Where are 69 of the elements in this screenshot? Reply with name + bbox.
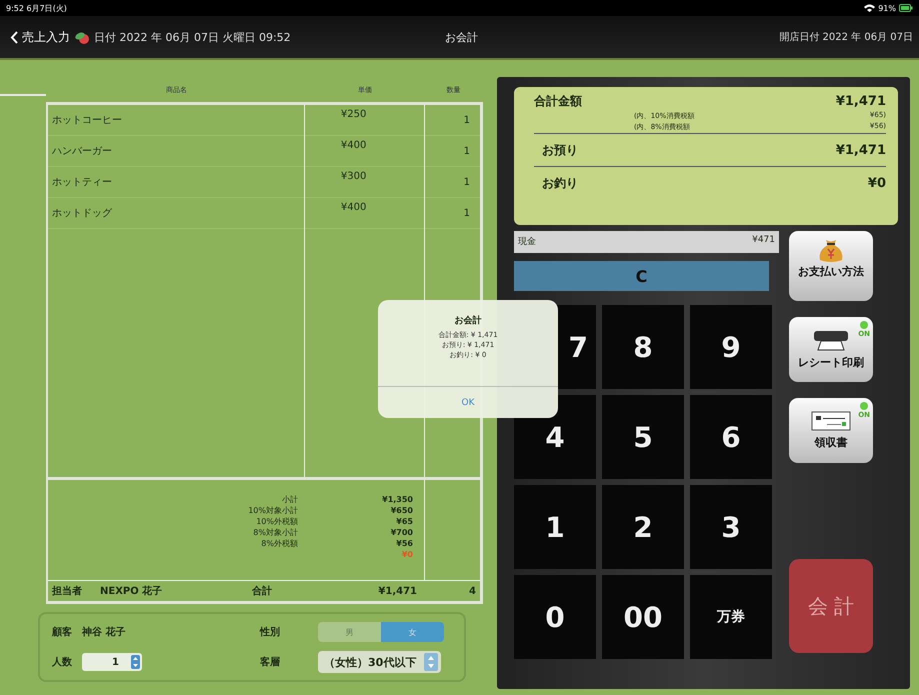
item-qty: 1 [462,144,471,158]
summary-value: ¥700 [390,527,413,538]
item-price: ¥250 [340,108,368,122]
staff-label: 担当者 [52,584,82,598]
customer-label: 顧客 [52,625,73,639]
item-name: ホットティー [51,176,113,190]
item-name: ホットドッグ [51,207,113,221]
people-stepper[interactable]: 1 [82,653,142,671]
summary-value: ¥56 [395,538,413,549]
total-label: 合計 [252,584,273,598]
segment-label: 客層 [260,655,281,669]
item-name: ハンバーガー [51,145,113,159]
total-value: ¥1,471 [377,586,417,596]
total-amount: ¥1,471 [836,94,886,108]
segment-select[interactable]: （女性）30代以下 [318,651,442,673]
item-price: ¥300 [340,170,368,184]
dialog-title: お会計 [454,314,482,327]
item-price: ¥400 [340,201,368,215]
wifi-icon [864,4,876,12]
item-qty: 1 [462,114,471,128]
summary-value: ¥650 [390,505,413,516]
nav-date: 日付 2022 年 06月 07日 火曜日 09:52 [94,30,291,44]
summary-label: 10%外税額 [256,517,298,526]
customer-name: 神谷 花子 [82,626,126,639]
received-label: お預り [542,142,578,158]
payment-method-button[interactable]: お支払い方法 [789,231,873,301]
screen-title: お会計 [445,30,478,44]
keypad-key[interactable]: 1 [514,485,596,569]
keypad-key[interactable]: 3 [690,485,772,569]
received-amount: ¥1,471 [836,142,886,158]
keypad-key[interactable]: 9 [690,305,772,389]
keypad-key[interactable]: 0 [514,575,596,659]
summary-value: ¥0 [400,549,413,560]
summary-label: 10%対象小計 [248,506,298,515]
status-time: 9:52 6月7日(火) [6,2,67,14]
summary-value: ¥1,350 [381,494,413,505]
staff-name: NEXPO 花子 [100,584,162,598]
keypad-key[interactable]: 6 [690,395,772,479]
keypad-key[interactable]: 5 [602,395,684,479]
summary-value: ¥65 [395,516,413,527]
keypad-key[interactable]: 万券 [690,575,772,659]
stepper-arrows-icon[interactable] [131,655,140,669]
battery-percent: 91% [878,4,896,12]
fruit-icon [74,30,90,44]
open-date: 開店日付 2022 年 06月 07日 [778,30,913,44]
item-qty: 1 [462,206,471,220]
printer-icon [811,329,851,351]
item-price: ¥400 [340,139,368,153]
back-button[interactable]: 売上入力 [10,28,70,46]
keypad-key[interactable]: 2 [602,485,684,569]
item-qty: 1 [462,176,471,190]
summary-label: 8%対象小計 [253,528,298,537]
gender-label: 性別 [260,626,281,639]
change-label: お釣り [542,174,578,192]
total-amount-label: 合計金額 [534,92,582,110]
battery-icon [899,4,913,12]
select-arrows-icon[interactable] [424,653,438,671]
clear-key[interactable]: C [514,261,769,291]
keypad-key[interactable]: 8 [602,305,684,389]
total-count: 4 [468,586,476,596]
cash-field[interactable]: 現金 ¥471 [514,231,779,253]
item-name: ホットコーヒー [51,114,123,128]
summary-label: 小計 [282,495,298,504]
people-label: 人数 [52,656,73,669]
keypad-key[interactable]: 00 [602,575,684,659]
change-amount: ¥0 [868,176,886,190]
chevron-left-icon [10,30,18,44]
receipt-icon [811,411,851,431]
summary-label: 8%外税額 [261,539,298,548]
